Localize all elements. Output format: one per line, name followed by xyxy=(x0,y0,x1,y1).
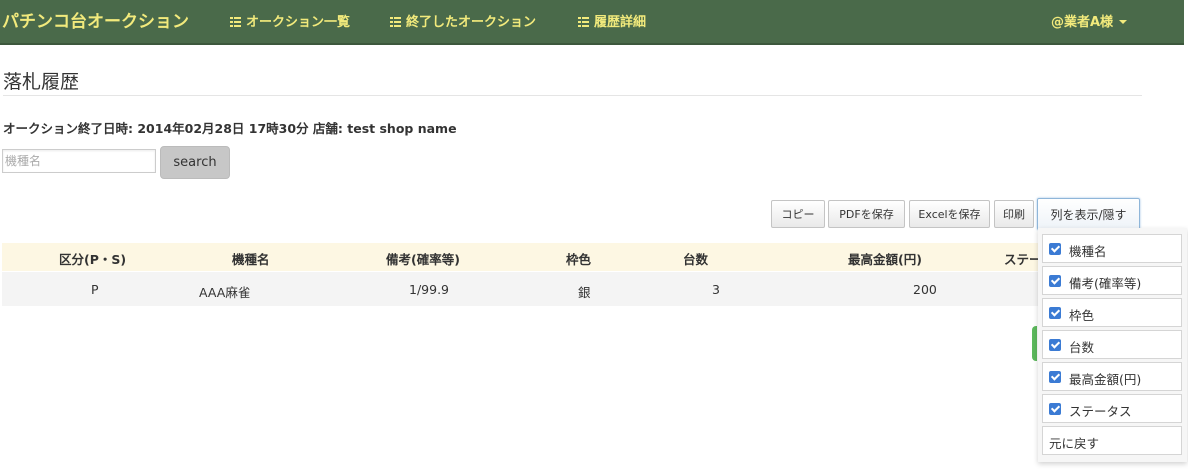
user-menu-label: @業者A様 xyxy=(1051,15,1114,30)
side-tab[interactable] xyxy=(1032,326,1037,361)
print-button[interactable]: 印刷 xyxy=(994,200,1034,228)
column-header-count[interactable]: 台数 xyxy=(683,249,708,268)
checkbox-checked-icon[interactable] xyxy=(1049,339,1061,351)
table-header-row: 区分(P・S) 機種名 備考(確率等) 枠色 台数 最高金額(円) ステー xyxy=(2,243,1042,271)
checkbox-checked-icon[interactable] xyxy=(1049,371,1061,383)
auction-info: オークション終了日時: 2014年02月28日 17時30分 店舗: test … xyxy=(3,121,457,136)
cell-max-price: 200 xyxy=(913,282,937,297)
column-header-max-price[interactable]: 最高金額(円) xyxy=(848,249,922,268)
restore-columns-button[interactable]: 元に戻す xyxy=(1042,426,1182,455)
cell-count: 3 xyxy=(712,282,720,297)
save-pdf-button[interactable]: PDFを保存 xyxy=(828,200,905,228)
save-excel-button[interactable]: Excelを保存 xyxy=(909,200,990,228)
column-header-model[interactable]: 機種名 xyxy=(232,249,270,268)
column-visibility-menu: 機種名 備考(確率等) 枠色 台数 最高金額(円) ステータス 元に戻す xyxy=(1038,228,1187,462)
toggle-label: 機種名 xyxy=(1069,244,1107,259)
cell-category: P xyxy=(91,282,99,297)
brand-title[interactable]: パチンコ台オークション xyxy=(2,7,189,32)
table-row: P AAA麻雀 1/99.9 銀 3 200 xyxy=(2,272,1042,306)
toggle-label: 台数 xyxy=(1069,340,1095,355)
toggle-column-model[interactable]: 機種名 xyxy=(1042,234,1182,263)
cell-frame-color: 銀 xyxy=(578,285,591,300)
column-visibility-button[interactable]: 列を表示/隠す xyxy=(1037,198,1140,230)
cell-model: AAA麻雀 xyxy=(199,285,251,300)
toggle-label: ステータス xyxy=(1069,404,1132,419)
checkbox-checked-icon[interactable] xyxy=(1049,275,1061,287)
nav-auction-list[interactable]: オークション一覧 xyxy=(230,11,350,30)
restore-label: 元に戻す xyxy=(1049,436,1100,451)
caret-down-icon xyxy=(1119,20,1128,24)
toggle-column-notes[interactable]: 備考(確率等) xyxy=(1042,266,1182,295)
toggle-column-status[interactable]: ステータス xyxy=(1042,394,1182,423)
checkbox-checked-icon[interactable] xyxy=(1049,307,1061,319)
nav-auction-list-label: オークション一覧 xyxy=(246,15,351,30)
nav-finished-auctions-label: 終了したオークション xyxy=(406,15,537,30)
checkbox-checked-icon[interactable] xyxy=(1049,243,1061,255)
checkbox-checked-icon[interactable] xyxy=(1049,403,1061,415)
column-header-category[interactable]: 区分(P・S) xyxy=(59,249,126,268)
column-header-status[interactable]: ステー xyxy=(1004,249,1042,268)
toggle-label: 最高金額(円) xyxy=(1069,372,1142,387)
list-icon xyxy=(578,17,589,27)
list-icon xyxy=(230,17,241,27)
page-title: 落札履歴 xyxy=(3,71,80,93)
search-button[interactable]: search xyxy=(160,146,230,179)
nav-history-detail-label: 履歴詳細 xyxy=(594,15,647,30)
toggle-column-frame-color[interactable]: 枠色 xyxy=(1042,298,1182,327)
top-navbar: パチンコ台オークション オークション一覧 終了したオークション 履歴詳細 @業者… xyxy=(0,0,1184,45)
toggle-label: 枠色 xyxy=(1069,308,1095,323)
column-header-frame-color[interactable]: 枠色 xyxy=(566,249,591,268)
toggle-column-count[interactable]: 台数 xyxy=(1042,330,1182,359)
list-icon xyxy=(390,17,401,27)
copy-button[interactable]: コピー xyxy=(771,200,825,228)
toggle-column-max-price[interactable]: 最高金額(円) xyxy=(1042,362,1182,391)
nav-finished-auctions[interactable]: 終了したオークション xyxy=(390,11,536,30)
title-divider xyxy=(3,95,1142,96)
search-input[interactable] xyxy=(2,149,156,173)
column-header-notes[interactable]: 備考(確率等) xyxy=(386,249,460,268)
cell-notes: 1/99.9 xyxy=(409,282,449,297)
toggle-label: 備考(確率等) xyxy=(1069,276,1142,291)
nav-history-detail[interactable]: 履歴詳細 xyxy=(578,11,646,30)
user-menu[interactable]: @業者A様 xyxy=(1051,11,1128,30)
